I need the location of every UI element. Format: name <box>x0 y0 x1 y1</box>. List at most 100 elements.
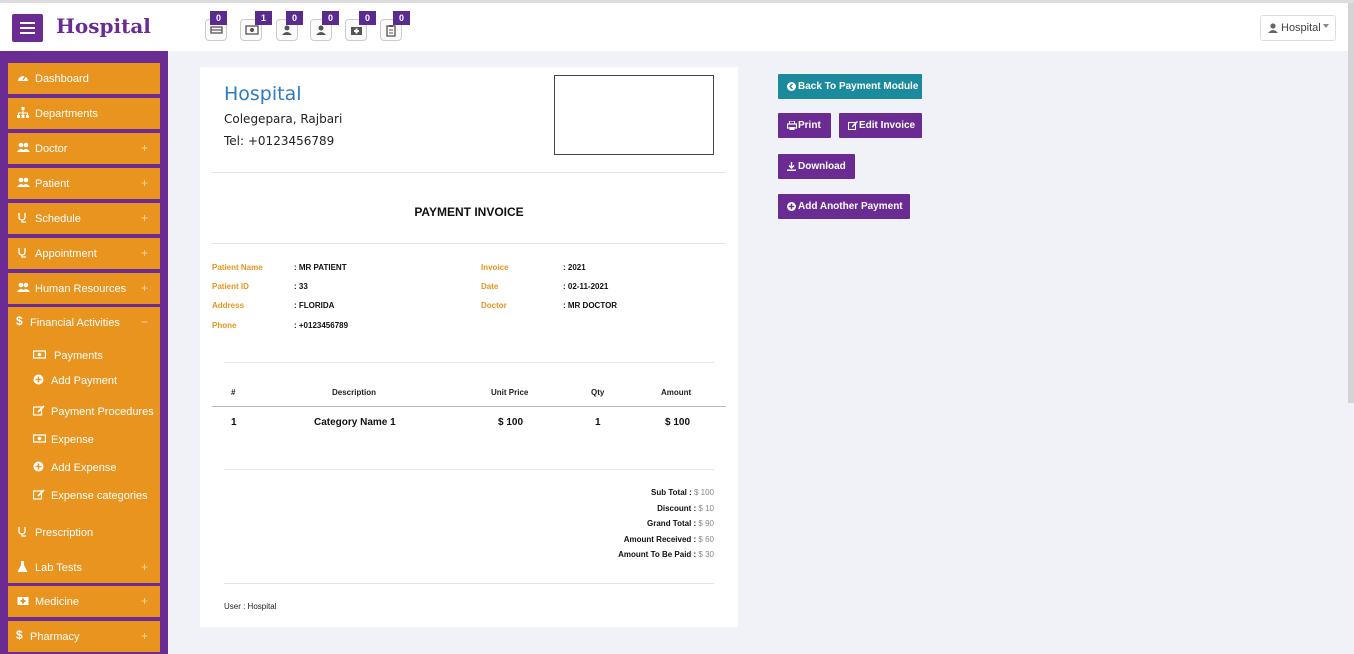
expand-icon: + <box>140 594 148 608</box>
page-scrollbar[interactable] <box>1348 3 1354 403</box>
notification-badge: 0 <box>210 11 227 25</box>
expand-icon: + <box>140 211 148 225</box>
sidebar-item-label: Departments <box>35 108 98 120</box>
sidebar-item-label: Prescription <box>35 527 94 539</box>
table-cell: $ 100 <box>498 417 524 428</box>
sidebar-item-label: Lab Tests <box>35 562 82 574</box>
users-icon <box>17 282 30 292</box>
money-icon <box>33 434 46 443</box>
brand-title: Hospital <box>56 14 151 38</box>
patient-id-label: Patient ID <box>212 282 249 291</box>
patient-name-value: : MR PATIENT <box>294 263 347 272</box>
dollar-icon: $ <box>16 628 23 642</box>
doctor-notification[interactable]: 0 <box>276 11 303 41</box>
sidebar-item-label: Financial Activities <box>30 317 120 329</box>
sidebar-item-label: Doctor <box>35 143 68 155</box>
invoice-label: Invoice <box>481 263 509 272</box>
amount-to-be-paid-label: Amount To Be Paid : <box>618 550 697 559</box>
divider <box>212 243 726 244</box>
invoice-title: PAYMENT INVOICE <box>414 205 524 219</box>
expand-icon: + <box>140 281 148 295</box>
discount-value: $ 10 <box>696 504 714 513</box>
sidebar-item-label: Pharmacy <box>30 631 80 643</box>
expand-icon: + <box>140 629 148 643</box>
sidebar-item-schedule[interactable]: Schedule + <box>8 203 160 234</box>
sidebar-item-lab-tests[interactable]: Lab Tests + <box>8 552 160 583</box>
discount-label: Discount : <box>657 504 697 513</box>
print-icon <box>787 121 797 130</box>
table-header-divider <box>212 406 726 407</box>
arrow-circle-left-icon <box>787 82 796 91</box>
download-button[interactable]: Download <box>778 154 855 179</box>
hospital-address: Colegepara, Rajbari <box>224 112 343 126</box>
payment-notification[interactable]: 1 <box>240 11 272 41</box>
notification-badge: 1 <box>255 11 272 25</box>
sidebar-item-human-resources[interactable]: Human Resources + <box>8 273 160 304</box>
sidebar-item-label: Medicine <box>35 596 80 608</box>
sidebar-item-medicine[interactable]: Medicine + <box>8 586 160 617</box>
divider <box>212 172 726 173</box>
grand-total-row: Grand Total : $ 90 <box>647 519 714 528</box>
amount-received-label: Amount Received : <box>623 535 697 544</box>
doctor-value: : MR DOCTOR <box>563 301 618 310</box>
dollar-icon: $ <box>16 314 23 328</box>
notification-badge: 0 <box>393 11 410 25</box>
sidebar-item-pharmacy[interactable]: $ Pharmacy + <box>8 621 160 652</box>
sidebar-item-patient[interactable]: Patient + <box>8 168 160 199</box>
sidebar-item-financial-activities[interactable]: $ Financial Activities − <box>8 307 160 338</box>
date-label: Date <box>481 282 499 291</box>
hospital-name: Hospital <box>224 83 302 105</box>
phone-value: : +0123456789 <box>294 321 349 330</box>
patient-name-label: Patient Name <box>212 263 263 272</box>
bed-notification[interactable]: 0 <box>205 11 227 41</box>
expand-icon: + <box>140 141 148 155</box>
sidebar-item-label: Payment Procedures <box>51 406 154 418</box>
sidebar: Dashboard Departments Doctor + Patient +… <box>0 51 168 654</box>
users-icon <box>17 177 30 187</box>
sidebar-item-dashboard[interactable]: Dashboard <box>8 63 160 94</box>
edit-icon <box>848 121 858 130</box>
patient-notification[interactable]: 0 <box>310 11 339 41</box>
bed-icon <box>210 26 223 34</box>
collapse-icon: − <box>140 315 148 329</box>
address-value: : FLORIDA <box>294 301 335 310</box>
amount-received-value: $ 60 <box>696 535 714 544</box>
sidebar-item-departments[interactable]: Departments <box>8 98 160 129</box>
medicine-notification[interactable]: 0 <box>345 11 376 41</box>
add-another-payment-button[interactable]: Add Another Payment <box>778 194 910 219</box>
sidebar-item-appointment[interactable]: Appointment + <box>8 238 160 269</box>
sub-total-row: Sub Total : $ 100 <box>651 488 714 497</box>
sitemap-icon <box>17 107 29 118</box>
user-menu-button[interactable]: Hospital <box>1260 15 1336 41</box>
print-button[interactable]: Print <box>778 113 831 138</box>
doctor-label: Doctor <box>481 301 507 310</box>
amount-to-be-paid-row: Amount To Be Paid : $ 30 <box>618 550 714 559</box>
sidebar-item-doctor[interactable]: Doctor + <box>8 133 160 164</box>
button-label: Download <box>798 161 846 172</box>
sidebar-item-label: Add Expense <box>51 462 117 474</box>
sidebar-item-prescription[interactable]: Prescription <box>8 517 160 548</box>
invoice-card: Hospital Colegepara, Rajbari Tel: +01234… <box>200 67 738 627</box>
users-icon <box>17 142 30 152</box>
amount-received-row: Amount Received : $ 60 <box>624 535 714 544</box>
sidebar-item-label: Expense <box>51 434 94 446</box>
menu-toggle-button[interactable] <box>12 14 43 42</box>
sub-total-value: $ 100 <box>691 488 714 497</box>
table-cell: 1 <box>231 417 237 428</box>
notification-badge: 0 <box>359 11 376 25</box>
back-to-payment-module-button[interactable]: Back To Payment Module <box>778 74 922 99</box>
money-icon <box>33 350 46 359</box>
edit-invoice-button[interactable]: Edit Invoice <box>839 113 922 138</box>
top-header: Hospital 0 1 0 0 0 0 Hospital <box>0 0 1354 51</box>
money-icon <box>245 25 259 35</box>
grand-total-value: $ 90 <box>696 519 714 528</box>
table-header-cell: Amount <box>661 388 692 397</box>
divider <box>224 362 714 363</box>
hospital-phone: Tel: +0123456789 <box>224 134 335 148</box>
plus-circle-icon <box>787 202 796 211</box>
divider <box>224 583 714 584</box>
user-icon <box>282 25 292 35</box>
divider <box>224 469 714 470</box>
table-cell: $ 100 <box>665 417 691 428</box>
report-notification[interactable]: 0 <box>380 11 410 41</box>
